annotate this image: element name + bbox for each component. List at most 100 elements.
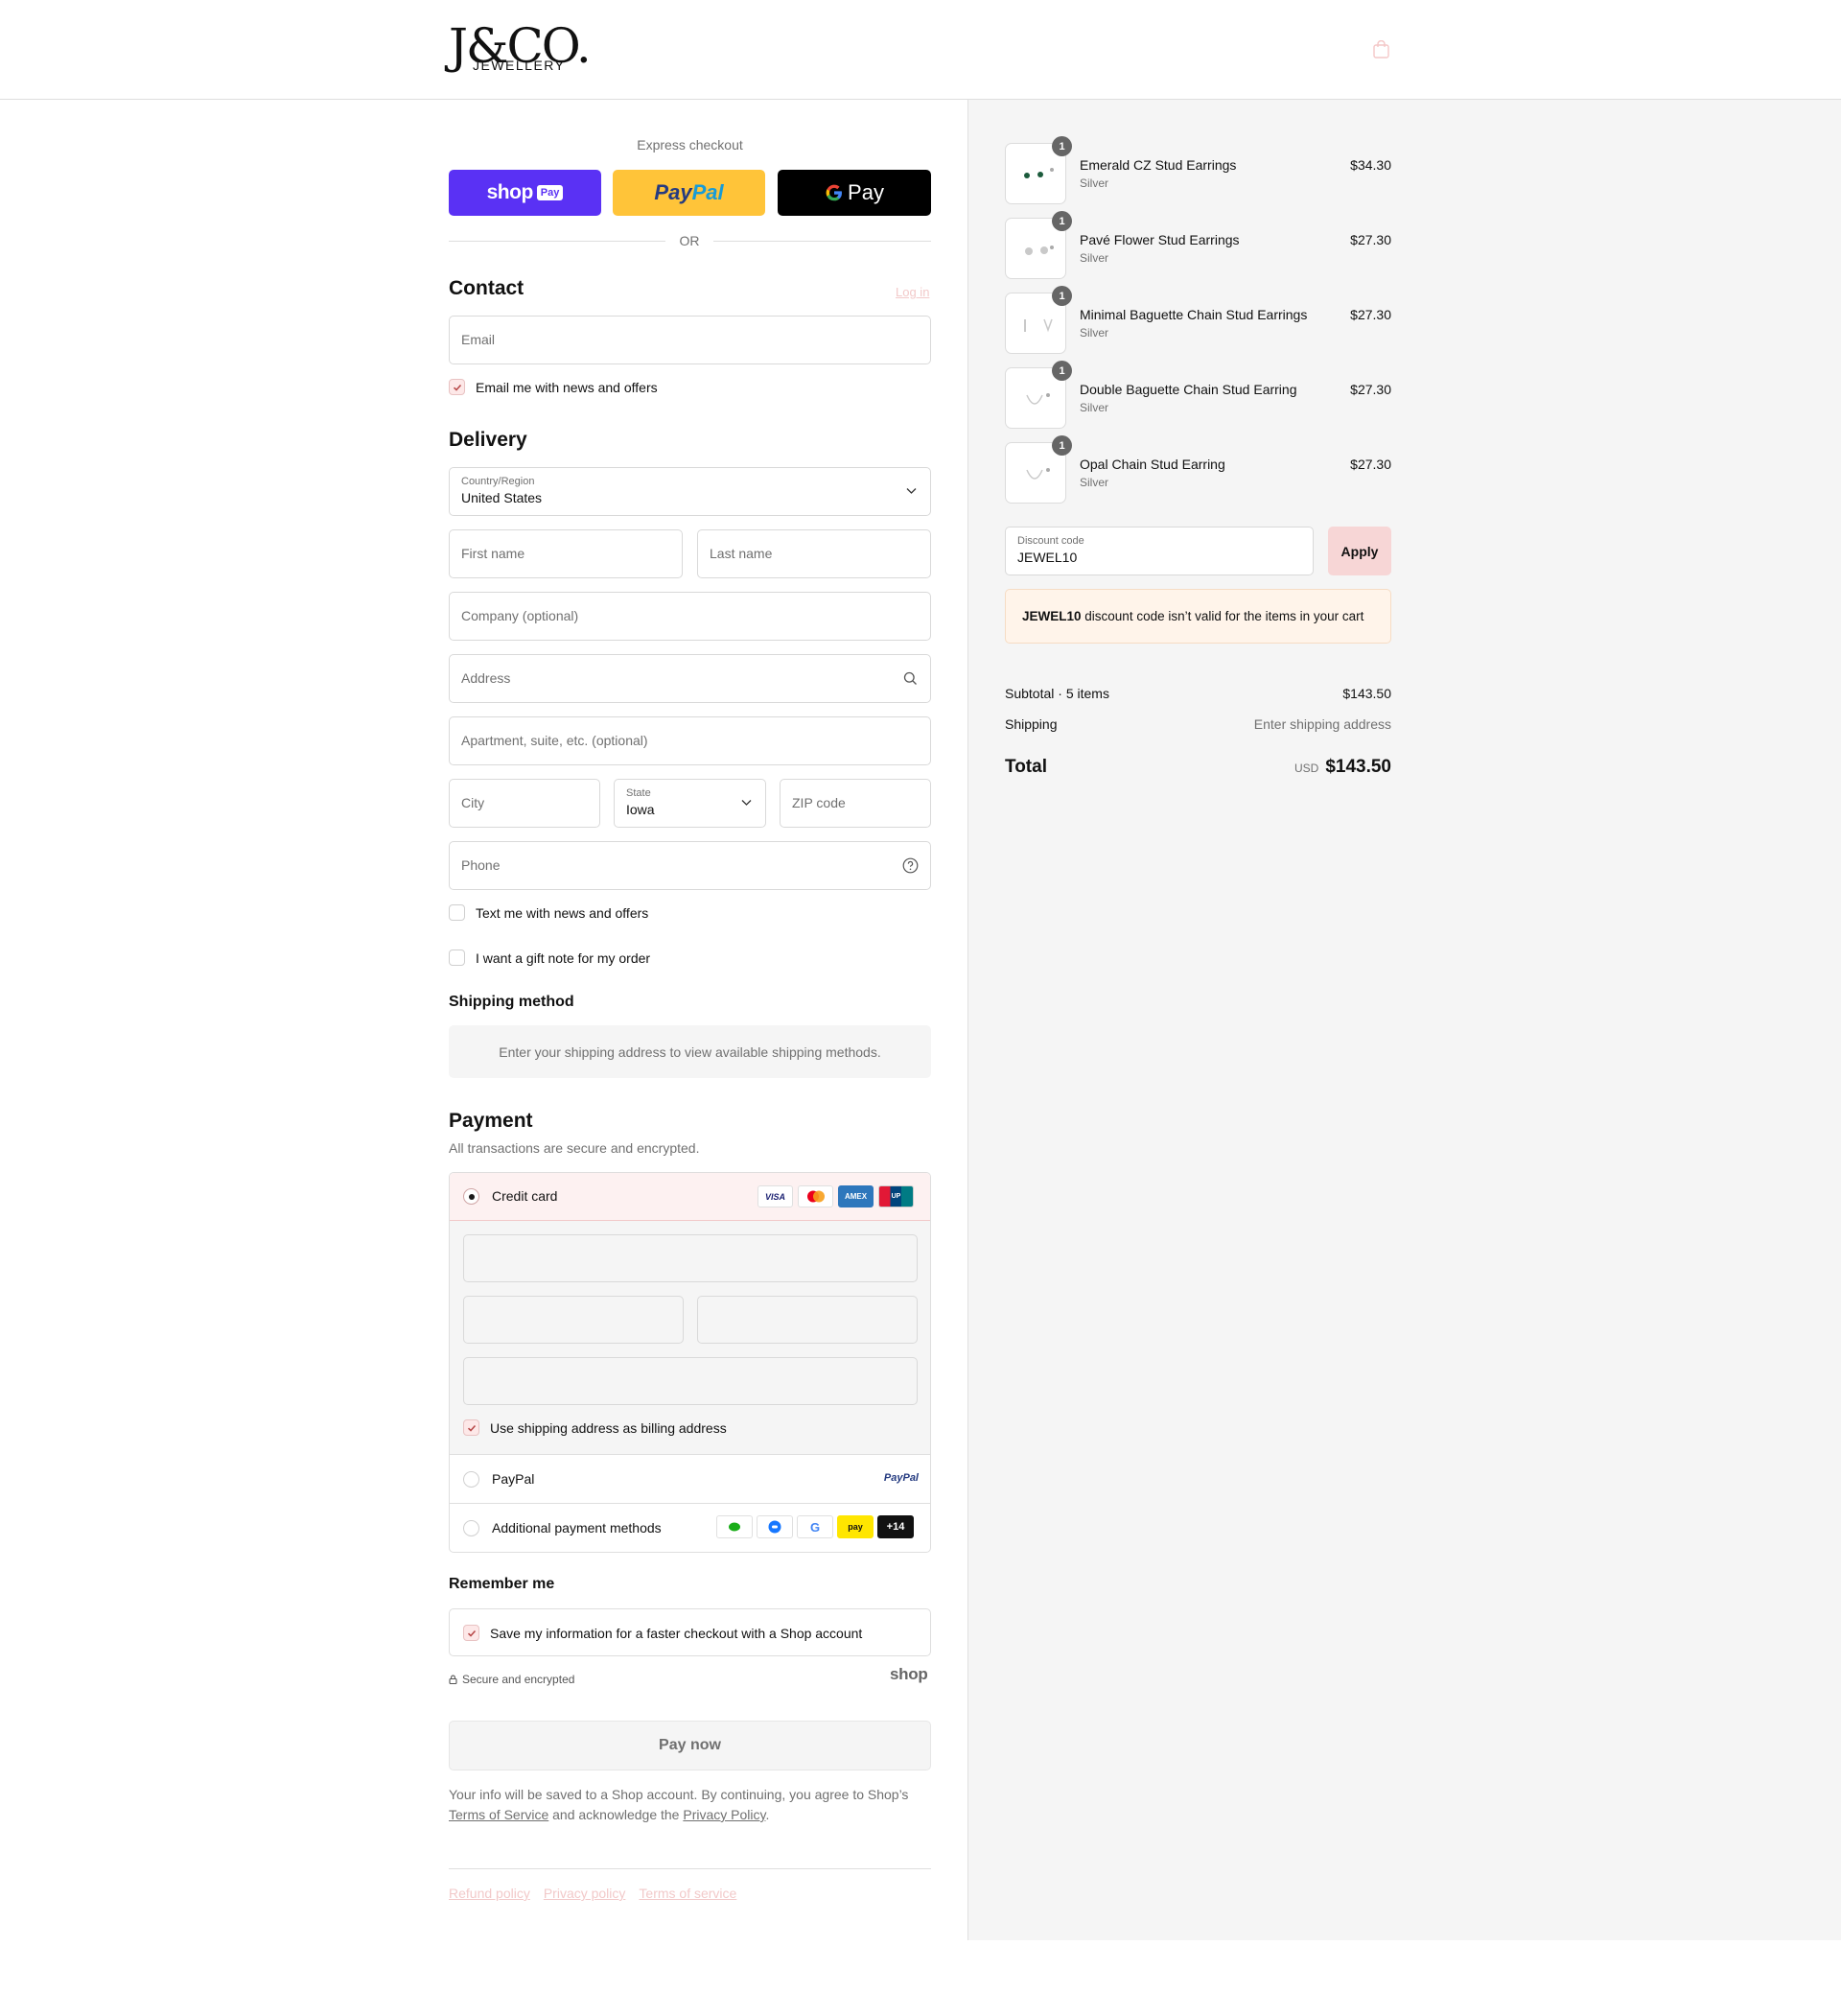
text-news-option[interactable]: Text me with news and offers [449,904,648,921]
footer-divider [449,1868,931,1869]
legal-dot: . [765,1807,770,1822]
product-name: Pavé Flower Stud Earrings [1080,232,1240,247]
quantity-badge: 1 [1052,211,1072,231]
gift-note-option[interactable]: I want a gift note for my order [449,949,650,966]
save-info-checkbox[interactable] [463,1625,479,1641]
shipping-label: Shipping [1005,716,1058,732]
apply-button[interactable]: Apply [1328,527,1391,575]
cart-item: 1 Opal Chain Stud Earring Silver $27.30 [1005,435,1391,504]
discount-code-field[interactable]: Discount code JEWEL10 [1005,527,1314,575]
billing-same-checkbox[interactable] [463,1419,479,1436]
quantity-badge: 1 [1052,361,1072,381]
zip-field[interactable]: ZIP code [780,779,931,828]
card-name-field[interactable] [463,1357,918,1405]
product-variant: Silver [1080,251,1109,265]
country-label: Country/Region [461,476,535,487]
legal-text-2: and acknowledge the [552,1807,680,1822]
additional-payment-label: Additional payment methods [492,1520,662,1535]
save-info-option[interactable]: Save my information for a faster checkou… [463,1625,862,1641]
paypal-radio[interactable] [463,1471,479,1488]
more-methods-badge: +14 [877,1515,914,1538]
product-variant: Silver [1080,476,1109,489]
help-circle-icon[interactable] [902,857,919,874]
checkmark-icon [453,384,461,391]
last-name-field[interactable]: Last name [697,529,931,578]
product-price: $27.30 [1350,382,1391,397]
credit-card-option[interactable]: Credit card VISA AMEX UP [450,1173,930,1221]
first-name-placeholder: First name [461,546,525,561]
refund-policy-link[interactable]: Refund policy [449,1886,530,1901]
discount-error-code: JEWEL10 [1022,609,1082,623]
subtotal-value: $143.50 [1342,686,1391,701]
country-select[interactable]: Country/Region United States [449,467,931,516]
privacy-policy-link[interactable]: Privacy policy [544,1886,626,1901]
additional-payment-option[interactable]: Additional payment methods G pay +14 [450,1503,930,1552]
state-label: State [626,787,651,799]
save-info-box[interactable]: Save my information for a faster checkou… [449,1608,931,1656]
terms-link[interactable]: Terms of Service [449,1807,548,1822]
cart-item: 1 Emerald CZ Stud Earrings Silver $34.30 [1005,136,1391,204]
product-variant: Silver [1080,326,1109,340]
gift-note-checkbox[interactable] [449,949,465,966]
remember-me-heading: Remember me [449,1576,555,1592]
product-price: $27.30 [1350,457,1391,472]
kakao-pay-icon: pay [837,1515,874,1538]
payment-methods: Credit card VISA AMEX UP Use shipping ad… [449,1172,931,1553]
subtotal-label: Subtotal · 5 items [1005,686,1109,701]
alipay-icon [757,1515,793,1538]
google-pay-small-icon: G [797,1515,833,1538]
card-number-field[interactable] [463,1234,918,1282]
chevron-down-icon [906,488,917,494]
shop-pay-wordmark: shop [486,181,534,203]
state-select[interactable]: State Iowa [614,779,766,828]
product-name: Opal Chain Stud Earring [1080,457,1225,472]
pay-now-button[interactable]: Pay now [449,1721,931,1770]
product-variant: Silver [1080,176,1109,190]
card-cvv-field[interactable] [697,1296,918,1344]
header: J&CO. JEWELLERY [0,0,1841,100]
wechat-pay-icon [716,1515,753,1538]
paypal-option[interactable]: PayPal PayPal [450,1454,930,1503]
login-link[interactable]: Log in [896,285,929,299]
save-info-label: Save my information for a faster checkou… [490,1625,863,1641]
discount-error-message: discount code isn’t valid for the items … [1081,609,1364,623]
email-news-checkbox[interactable] [449,379,465,395]
shop-pay-button[interactable]: shop Pay [449,170,601,216]
chevron-down-icon [741,800,752,806]
text-news-checkbox[interactable] [449,904,465,921]
phone-field[interactable]: Phone [449,841,931,890]
google-pay-button[interactable]: Pay [778,170,931,216]
paypal-button[interactable]: Pay Pal [613,170,765,216]
first-name-field[interactable]: First name [449,529,683,578]
quantity-badge: 1 [1052,286,1072,306]
billing-same-option[interactable]: Use shipping address as billing address [463,1419,727,1436]
card-expiry-field[interactable] [463,1296,684,1344]
city-field[interactable]: City [449,779,600,828]
company-field[interactable]: Company (optional) [449,592,931,641]
shipping-method-box: Enter your shipping address to view avai… [449,1025,931,1078]
apartment-field[interactable]: Apartment, suite, etc. (optional) [449,716,931,765]
product-name: Minimal Baguette Chain Stud Earrings [1080,307,1308,322]
currency-code: USD [1293,762,1319,775]
payment-heading: Payment [449,1110,533,1132]
phone-placeholder: Phone [461,857,501,873]
quantity-badge: 1 [1052,435,1072,456]
total-label: Total [1005,757,1047,777]
or-separator: OR [679,233,700,248]
address-field[interactable]: Address [449,654,931,703]
additional-payment-radio[interactable] [463,1520,479,1536]
google-g-icon [826,184,843,201]
product-variant: Silver [1080,401,1109,414]
contact-heading: Contact [449,277,524,299]
paypal-label: PayPal [492,1471,535,1487]
privacy-link[interactable]: Privacy Policy [683,1807,765,1822]
credit-card-radio[interactable] [463,1188,479,1205]
brand-logo[interactable]: J&CO. JEWELLERY [449,21,592,79]
email-field[interactable]: Email [449,316,931,364]
zip-placeholder: ZIP code [792,795,846,810]
terms-of-service-link[interactable]: Terms of service [639,1886,736,1901]
city-placeholder: City [461,795,485,810]
email-news-option[interactable]: Email me with news and offers [449,379,658,395]
lock-icon [449,1675,457,1684]
shopping-bag-icon[interactable] [1373,40,1389,59]
